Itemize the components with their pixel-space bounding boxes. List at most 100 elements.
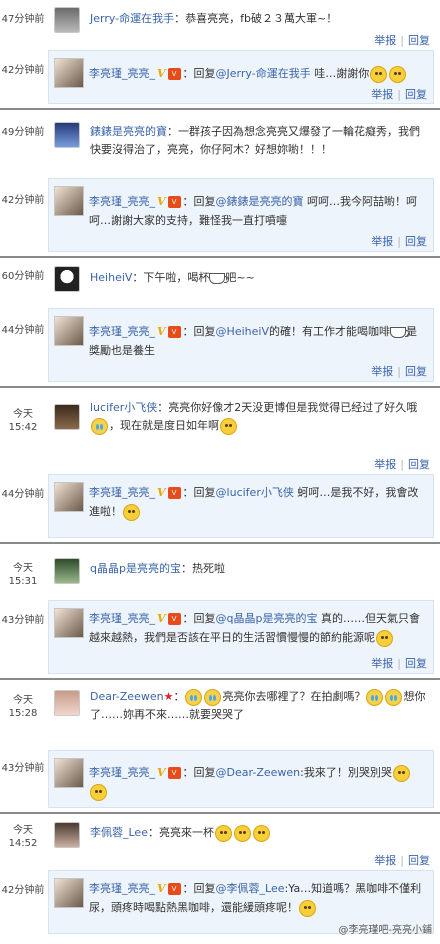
username-link[interactable]: Dear-Zeewen — [90, 690, 164, 703]
timestamp: 49分钟前 — [1, 127, 45, 138]
verified-v-icon: V — [157, 486, 166, 499]
sad-emoji-icon — [220, 417, 237, 435]
crying-emoji-icon — [385, 688, 403, 706]
watermark: @李亮瑾吧-亮亮小鋪 — [338, 925, 432, 936]
comment-body: 亮亮你去哪裡了？在拍劇嗎？ — [222, 690, 366, 703]
report-link[interactable]: 举报 — [371, 657, 393, 670]
replier-avatar[interactable] — [54, 482, 84, 512]
report-link[interactable]: 举报 — [374, 458, 396, 471]
username-link[interactable]: lucifer小飞侠 — [90, 401, 157, 414]
comment-body: 下午啦，喝杯 — [143, 271, 210, 284]
avatar[interactable] — [54, 266, 80, 292]
crying-emoji-icon — [204, 688, 222, 706]
reply-text: 李亮瑾_亮亮_ V V ：回复@lucifer小飞侠 蚵呵…是我不好，我會改進啦！ — [89, 483, 427, 521]
comment-body: 恭喜亮亮，fb破２３萬大軍~！ — [185, 12, 338, 25]
mention-link[interactable]: @HeiheiV — [216, 325, 269, 338]
replier-avatar[interactable] — [54, 758, 84, 788]
comment-body: 亮亮來一杯 — [158, 826, 214, 839]
reply-box: 李亮瑾_亮亮_ V V ：回复@錶錶是亮亮的寶 呵呵…我今阿喆喲！呵呵…謝謝大家的支持… — [48, 178, 434, 252]
reply-text: 李亮瑾_亮亮_ V V ：回复@HeiheiV的確！有工作才能喝咖啡 是獎勵也是養生 — [89, 322, 427, 360]
report-link[interactable]: 举报 — [371, 365, 393, 378]
replier-avatar[interactable] — [54, 58, 84, 88]
comment-actions: 举报 | 回复 — [374, 854, 430, 867]
comment-thread: 47分钟前 Jerry-命運在我手：恭喜亮亮，fb破２３萬大軍~！ 举报 | 回复 … — [0, 0, 440, 106]
verified-v-icon: V — [157, 766, 166, 779]
avatar[interactable] — [54, 7, 80, 33]
timestamp: 60分钟前 — [1, 271, 45, 282]
divider — [0, 542, 440, 544]
vip-icon: V — [167, 883, 181, 895]
replier-name[interactable]: 李亮瑾_亮亮_ — [89, 195, 155, 208]
replier-name[interactable]: 李亮瑾_亮亮_ — [89, 67, 155, 80]
smile-emoji-icon — [370, 65, 388, 83]
mention-link[interactable]: @q晶晶p是亮亮的宝 — [216, 612, 318, 625]
username-link[interactable]: Jerry-命運在我手 — [90, 12, 174, 25]
replier-avatar[interactable] — [54, 878, 84, 908]
laugh-emoji-icon — [392, 764, 410, 782]
reply-text: 李亮瑾_亮亮_ V V ：回复@Jerry-命運在我手 哇…謝謝你 — [89, 64, 427, 83]
comment-text: 李佩蓉_Lee：亮亮來一杯 — [90, 824, 430, 842]
report-link[interactable]: 举报 — [371, 88, 393, 101]
replier-avatar[interactable] — [54, 608, 84, 638]
vip-icon: V — [167, 196, 181, 208]
username-link[interactable]: q晶晶p是亮亮的宝 — [90, 562, 181, 575]
reply-actions: 举报 | 回复 — [371, 88, 427, 101]
reply-link[interactable]: 回复 — [405, 235, 427, 248]
reply-link[interactable]: 回复 — [405, 88, 427, 101]
reply-timestamp: 43分钟前 — [1, 763, 45, 774]
crying-emoji-icon — [91, 417, 108, 435]
comment-text: 錶錶是亮亮的寶：一群孩子因為想念亮亮又爆發了一輪花癡秀，我們快要沒得治了，亮亮，… — [90, 125, 420, 156]
mention-link[interactable]: @Dear-Zeewen — [216, 766, 301, 779]
report-link[interactable]: 举报 — [374, 854, 396, 867]
avatar[interactable] — [54, 558, 80, 584]
comment-text: q晶晶p是亮亮的宝：热死啦 — [90, 562, 225, 575]
comment-thread: 60分钟前 HeiheiV：下午啦，喝杯 吧~~ 44分钟前 李亮瑾_亮亮_ V V：… — [0, 260, 440, 384]
comment-actions: 举报 | 回复 — [374, 34, 430, 47]
comment-text: lucifer小飞侠：亮亮你好像才2天没更博但是我觉得已经过了好久哦，现在就是度… — [90, 399, 430, 435]
replier-name[interactable]: 李亮瑾_亮亮_ — [89, 486, 155, 499]
report-link[interactable]: 举报 — [371, 235, 393, 248]
replier-name[interactable]: 李亮瑾_亮亮_ — [89, 882, 155, 895]
timestamp: 今天 15:42 — [8, 409, 38, 433]
mention-link[interactable]: @Jerry-命運在我手 — [216, 67, 311, 80]
divider — [0, 678, 440, 680]
reply-text: 李亮瑾_亮亮_ V V ：回复@q晶晶p是亮亮的宝 真的……但天氣只會越來越熱，我們是… — [89, 609, 427, 647]
timestamp: 今天 15:31 — [8, 563, 38, 587]
replier-avatar[interactable] — [54, 316, 84, 346]
timestamp: 47分钟前 — [1, 14, 45, 25]
replier-avatar[interactable] — [54, 186, 84, 216]
divider — [0, 812, 440, 814]
mention-link[interactable]: @錶錶是亮亮的寶 — [216, 195, 304, 208]
avatar[interactable] — [54, 122, 80, 148]
comment-body: 热死啦 — [191, 562, 225, 575]
replier-name[interactable]: 李亮瑾_亮亮_ — [89, 325, 155, 338]
reply-link[interactable]: 回复 — [408, 458, 430, 471]
verified-v-icon: V — [157, 67, 166, 80]
reply-link[interactable]: 回复 — [405, 657, 427, 670]
avatar[interactable] — [54, 690, 80, 716]
reply-link[interactable]: 回复 — [405, 365, 427, 378]
replier-name[interactable]: 李亮瑾_亮亮_ — [89, 766, 155, 779]
comment-thread: 49分钟前 錶錶是亮亮的寶：一群孩子因為想念亮亮又爆發了一輪花癡秀，我們快要沒得… — [0, 112, 440, 254]
reply-link[interactable]: 回复 — [408, 854, 430, 867]
replier-name[interactable]: 李亮瑾_亮亮_ — [89, 612, 155, 625]
mention-link[interactable]: @李佩蓉_Lee — [216, 882, 285, 895]
username-link[interactable]: 李佩蓉_Lee — [90, 826, 148, 839]
reply-text: 李亮瑾_亮亮_ V V ：回复@Dear-Zeewen:我來了！別哭別哭 — [89, 763, 427, 801]
avatar[interactable] — [54, 404, 80, 430]
reply-timestamp: 43分钟前 — [1, 615, 45, 626]
username-link[interactable]: HeiheiV — [90, 271, 132, 284]
reply-actions: 举报 | 回复 — [371, 365, 427, 378]
comment-body: 亮亮你好像才2天没更博但是我觉得已经过了好久哦 — [168, 401, 418, 414]
reply-timestamp: 42分钟前 — [1, 885, 45, 896]
mention-link[interactable]: @lucifer小飞侠 — [216, 486, 294, 499]
report-link[interactable]: 举报 — [374, 34, 396, 47]
reply-link[interactable]: 回复 — [408, 34, 430, 47]
smile-emoji-icon — [389, 65, 407, 83]
vip-icon: V — [167, 487, 181, 499]
username-link[interactable]: 錶錶是亮亮的寶 — [90, 125, 167, 138]
reply-text: 李亮瑾_亮亮_ V V ：回复@李佩蓉_Lee:Ya…知道嗎？黑咖啡不僅利尿，頭疼時喝… — [89, 879, 427, 917]
reply-actions: 举报 | 回复 — [371, 657, 427, 670]
star-icon: ★ — [163, 690, 174, 703]
avatar[interactable] — [54, 822, 80, 848]
